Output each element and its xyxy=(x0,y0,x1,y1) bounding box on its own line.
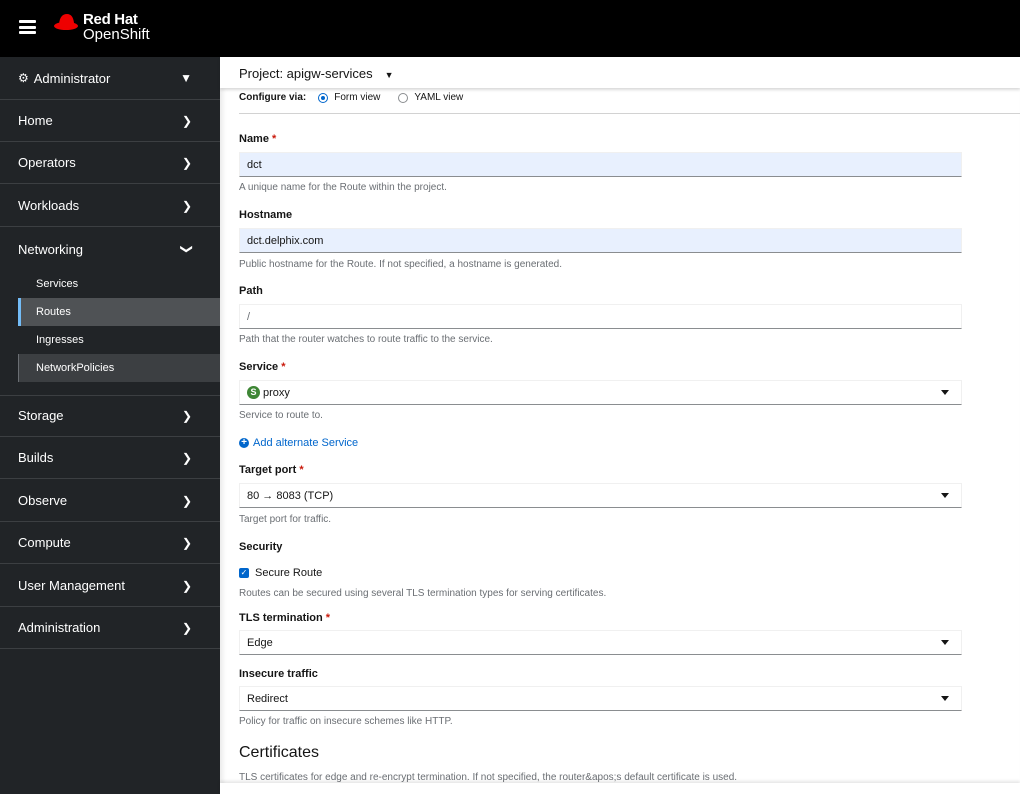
target-port-help: Target port for traffic. xyxy=(239,514,332,525)
sidebar-item-builds[interactable]: Builds ❯ xyxy=(0,437,220,479)
yaml-view-label: YAML view xyxy=(414,92,464,103)
red-hat-icon xyxy=(54,14,78,30)
security-help: Routes can be secured using several TLS … xyxy=(239,588,607,599)
project-selector[interactable]: Project: apigw-services ▼ xyxy=(220,57,1020,88)
sidebar: ⚙ Administrator ▼ Home ❯ Operators ❯ Workloa… xyxy=(0,57,220,794)
divider xyxy=(239,113,1020,114)
caret-down-icon xyxy=(941,696,949,701)
sidebar-item-storage[interactable]: Storage ❯ xyxy=(0,395,220,437)
chevron-right-icon: ❯ xyxy=(181,620,192,635)
chevron-right-icon: ❯ xyxy=(181,450,192,465)
sidebar-item-networking[interactable]: Networking ❯ xyxy=(0,228,220,270)
caret-down-icon: ▼ xyxy=(384,70,394,80)
configure-via-label: Configure via: xyxy=(239,92,307,103)
chevron-right-icon: ❯ xyxy=(181,578,192,593)
service-badge-icon: S xyxy=(247,386,260,399)
red-hat-openshift-logo[interactable]: Red Hat OpenShift xyxy=(54,12,150,42)
service-help: Service to route to. xyxy=(239,410,323,421)
hostname-label: Hostname xyxy=(239,209,293,221)
sidebar-item-administration[interactable]: Administration ❯ xyxy=(0,607,220,649)
sidebar-item-compute[interactable]: Compute ❯ xyxy=(0,522,220,564)
chevron-right-icon: ❯ xyxy=(181,408,192,423)
masthead: Red Hat OpenShift xyxy=(0,0,1020,57)
insecure-traffic-help: Policy for traffic on insecure schemes l… xyxy=(239,716,453,727)
hostname-input[interactable]: dct.delphix.com xyxy=(239,228,962,253)
sidebar-subitem-routes[interactable]: Routes xyxy=(18,298,220,326)
chevron-right-icon: ❯ xyxy=(181,155,192,170)
sidebar-subitem-ingresses[interactable]: Ingresses xyxy=(18,326,220,354)
path-help: Path that the router watches to route tr… xyxy=(239,334,493,345)
perspective-switcher[interactable]: ⚙ Administrator ▼ xyxy=(0,57,220,100)
tls-termination-label: TLS termination * xyxy=(239,612,331,624)
name-input[interactable]: dct xyxy=(239,152,962,177)
brand-line1: Red Hat xyxy=(83,11,138,28)
caret-down-icon xyxy=(941,493,949,498)
form-view-label: Form view xyxy=(334,92,381,103)
form-view-radio[interactable] xyxy=(318,92,329,103)
hostname-help: Public hostname for the Route. If not sp… xyxy=(239,259,562,270)
hamburger-menu-icon[interactable] xyxy=(19,20,36,34)
sidebar-item-operators[interactable]: Operators ❯ xyxy=(0,142,220,184)
certificates-help: TLS certificates for edge and re-encrypt… xyxy=(239,772,738,783)
chevron-down-icon: ❯ xyxy=(179,243,194,255)
path-label: Path xyxy=(239,285,263,297)
tls-termination-select[interactable]: Edge xyxy=(239,630,962,655)
sidebar-subitem-services[interactable]: Services xyxy=(18,270,220,298)
add-alternate-service-button[interactable]: + Add alternate Service xyxy=(239,437,358,449)
security-label: Security xyxy=(239,541,283,553)
service-label: Service * xyxy=(239,361,286,373)
sidebar-item-workloads[interactable]: Workloads ❯ xyxy=(0,185,220,227)
secure-route-checkbox[interactable]: ✓ Secure Route xyxy=(239,567,322,579)
insecure-traffic-select[interactable]: Redirect xyxy=(239,686,962,711)
service-value: proxy xyxy=(263,386,290,399)
name-label: Name * xyxy=(239,133,277,145)
path-input[interactable]: / xyxy=(239,304,962,329)
caret-down-icon xyxy=(941,390,949,395)
insecure-value: Redirect xyxy=(247,692,288,705)
chevron-right-icon: ❯ xyxy=(181,198,192,213)
brand-line2: OpenShift xyxy=(83,26,150,43)
plus-circle-icon: + xyxy=(239,438,249,448)
target-port-value: 80 → 8083 (TCP) xyxy=(247,489,334,502)
project-label: Project: apigw-services xyxy=(239,66,373,81)
insecure-traffic-label: Insecure traffic xyxy=(239,668,318,680)
sidebar-item-home[interactable]: Home ❯ xyxy=(0,100,220,142)
checkbox-checked-icon: ✓ xyxy=(239,568,249,578)
form-footer xyxy=(220,783,1020,794)
chevron-right-icon: ❯ xyxy=(181,535,192,550)
target-port-label: Target port * xyxy=(239,464,304,476)
cogs-icon: ⚙ xyxy=(18,71,29,85)
chevron-right-icon: ❯ xyxy=(181,113,192,128)
route-form: Configure via: Form view YAML view Name … xyxy=(220,88,1020,794)
perspective-label: Administrator xyxy=(33,70,111,86)
sidebar-item-observe[interactable]: Observe ❯ xyxy=(0,480,220,522)
chevron-right-icon: ❯ xyxy=(181,493,192,508)
tls-value: Edge xyxy=(247,636,273,649)
sidebar-item-user-management[interactable]: User Management ❯ xyxy=(0,565,220,607)
target-port-select[interactable]: 80 → 8083 (TCP) xyxy=(239,483,962,508)
sidebar-subitem-networkpolicies[interactable]: NetworkPolicies xyxy=(18,354,220,382)
service-select[interactable]: S proxy xyxy=(239,380,962,405)
configure-via: Configure via: Form view YAML view xyxy=(239,92,463,103)
name-help: A unique name for the Route within the p… xyxy=(239,182,447,193)
caret-down-icon xyxy=(941,640,949,645)
yaml-view-radio[interactable] xyxy=(398,92,409,103)
caret-down-icon: ▼ xyxy=(180,71,192,85)
certificates-heading: Certificates xyxy=(239,744,320,761)
